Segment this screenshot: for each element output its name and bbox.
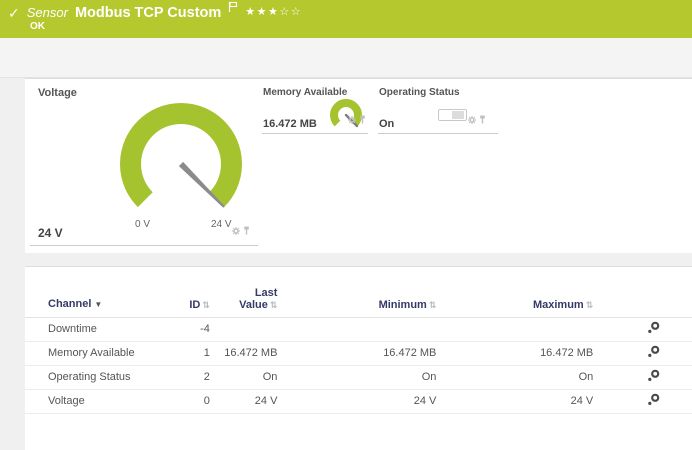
voltage-value: 24 V <box>38 226 63 240</box>
column-header-minimum[interactable]: Minimum⇅ <box>277 267 436 317</box>
channel-maximum: 16.472 MB <box>436 341 593 365</box>
tab-bar: Overview Live Data 2 days 30 days 365 da… <box>0 38 692 78</box>
column-header-maximum[interactable]: Maximum⇅ <box>436 267 593 317</box>
channel-settings-gear-icon[interactable] <box>647 321 660 337</box>
voltage-gauge-panel[interactable]: Voltage 0 V 24 V 24 V <box>30 85 258 246</box>
header-label: Value <box>239 299 268 311</box>
channel-minimum: 24 V <box>277 389 436 413</box>
gauge-max-label: 24 V <box>211 219 232 230</box>
channel-name: Memory Available <box>25 341 186 365</box>
memory-value: 16.472 MB <box>263 118 317 130</box>
sort-desc-icon: ▼ <box>94 300 102 309</box>
gauge-title: Operating Status <box>379 87 460 98</box>
column-header-id[interactable]: ID⇅ <box>186 267 210 317</box>
channel-last-value: 16.472 MB <box>210 341 278 365</box>
channel-table: Channel▼ ID⇅ LastValue⇅ Minimum⇅ Maximum… <box>25 267 692 414</box>
sort-icon: ⇅ <box>270 300 278 310</box>
header-label: ID <box>189 299 200 311</box>
sensor-title-row: ✓ Sensor Modbus TCP Custom ★★★☆☆ <box>8 4 302 22</box>
channel-minimum: On <box>277 365 436 389</box>
channel-id: -4 <box>186 317 210 341</box>
sort-icon: ⇅ <box>586 300 594 310</box>
flag-icon[interactable] <box>228 0 238 18</box>
channel-id: 1 <box>186 341 210 365</box>
gauge-min-label: 0 V <box>135 219 150 230</box>
gauge-settings-gear-icon[interactable] <box>348 111 356 129</box>
pin-icon[interactable] <box>243 222 250 240</box>
gauges-section: Voltage 0 V 24 V 24 V Memory Available 1… <box>25 78 692 253</box>
gauge-settings-gear-icon[interactable] <box>232 222 240 240</box>
header-label: Maximum <box>533 299 584 311</box>
pin-icon[interactable] <box>479 111 486 129</box>
channel-name: Downtime <box>25 317 186 341</box>
object-kind-label: Sensor <box>27 5 68 20</box>
sort-icon: ⇅ <box>429 300 437 310</box>
channel-name: Voltage <box>25 389 186 413</box>
header-label: Minimum <box>379 299 427 311</box>
header-label: Channel <box>48 298 91 310</box>
status-toggle-icon <box>438 109 467 121</box>
table-row-downtime[interactable]: Downtime -4 <box>25 317 692 341</box>
channel-settings-gear-icon[interactable] <box>647 393 660 409</box>
header-label: Last <box>255 287 278 299</box>
channel-last-value: On <box>210 365 278 389</box>
toggle-knob <box>452 111 464 119</box>
channel-table-section: Channel▼ ID⇅ LastValue⇅ Minimum⇅ Maximum… <box>25 266 692 450</box>
channel-minimum: 16.472 MB <box>277 341 436 365</box>
channel-minimum <box>277 317 436 341</box>
table-row-operating-status[interactable]: Operating Status 2 On On On <box>25 365 692 389</box>
pin-icon[interactable] <box>359 111 366 129</box>
channel-id: 0 <box>186 389 210 413</box>
column-header-last-value[interactable]: LastValue⇅ <box>210 267 278 317</box>
table-row-voltage[interactable]: Voltage 0 24 V 24 V 24 V <box>25 389 692 413</box>
memory-gauge-panel[interactable]: Memory Available 16.472 MB <box>262 85 368 134</box>
gauge-settings-gear-icon[interactable] <box>468 111 476 129</box>
column-header-channel[interactable]: Channel▼ <box>25 267 186 317</box>
channel-last-value: 24 V <box>210 389 278 413</box>
channel-settings-gear-icon[interactable] <box>647 369 660 385</box>
channel-name: Operating Status <box>25 365 186 389</box>
sensor-status-text: OK <box>30 21 45 32</box>
channel-id: 2 <box>186 365 210 389</box>
prtg-sensor-page: ✓ Sensor Modbus TCP Custom ★★★☆☆ OK Over… <box>0 0 692 450</box>
sensor-status-header: ✓ Sensor Modbus TCP Custom ★★★☆☆ OK <box>0 0 692 38</box>
operating-status-value: On <box>379 118 394 130</box>
channel-maximum: 24 V <box>436 389 593 413</box>
sort-icon: ⇅ <box>202 300 210 310</box>
column-header-actions <box>593 267 692 317</box>
channel-maximum: On <box>436 365 593 389</box>
table-row-memory-available[interactable]: Memory Available 1 16.472 MB 16.472 MB 1… <box>25 341 692 365</box>
sensor-name: Modbus TCP Custom <box>75 5 221 21</box>
channel-maximum <box>436 317 593 341</box>
status-ok-check-icon: ✓ <box>8 5 20 22</box>
channel-settings-gear-icon[interactable] <box>647 345 660 361</box>
operating-status-panel[interactable]: Operating Status On <box>378 85 498 134</box>
priority-stars[interactable]: ★★★☆☆ <box>245 5 302 18</box>
channel-last-value <box>210 317 278 341</box>
